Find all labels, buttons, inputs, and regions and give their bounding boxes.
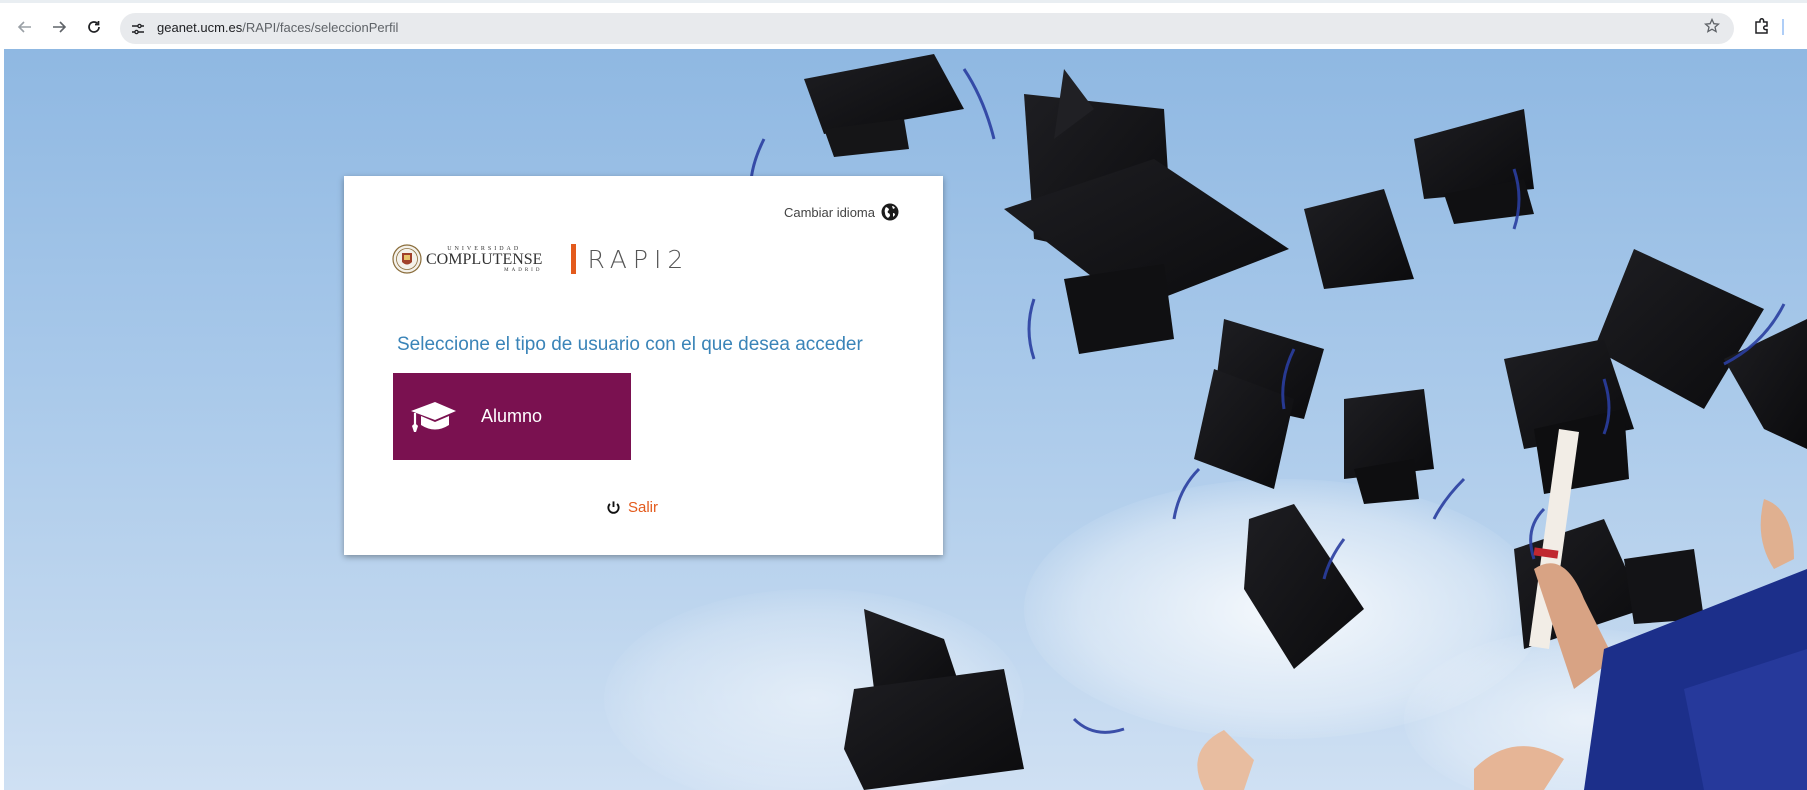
url-text[interactable]: geanet.ucm.es/RAPI/faces/seleccionPerfil [157, 20, 398, 35]
back-button[interactable] [14, 16, 36, 38]
reload-icon [88, 21, 100, 33]
extensions-button[interactable] [1752, 16, 1774, 38]
address-bar[interactable]: geanet.ucm.es/RAPI/faces/seleccionPerfil [120, 13, 1734, 44]
logout-label: Salir [628, 499, 659, 516]
url-host: geanet.ucm.es [157, 20, 243, 35]
university-seal-icon [392, 244, 422, 274]
tune-icon [132, 23, 144, 35]
toolbar-divider [1782, 19, 1784, 35]
profile-prompt: Seleccione el tipo de usuario con el que… [397, 334, 863, 355]
university-wordmark: UNIVERSIDAD COMPLUTENSE MADRID [426, 246, 542, 273]
change-language-link[interactable]: Cambiar idioma [784, 203, 899, 221]
brand-header: UNIVERSIDAD COMPLUTENSE MADRID RAPI2 [392, 242, 689, 276]
site-info-button[interactable] [128, 19, 148, 39]
reload-button[interactable] [83, 16, 105, 38]
profile-selection-card: Cambiar idioma UNIVERSIDAD COMPLUTENSE M… [344, 176, 943, 555]
globe-icon [881, 203, 899, 221]
star-icon [1703, 17, 1721, 33]
browser-toolbar: geanet.ucm.es/RAPI/faces/seleccionPerfil [0, 0, 1807, 48]
arrow-right-icon [53, 21, 67, 33]
forward-button[interactable] [48, 16, 70, 38]
puzzle-icon [1755, 17, 1768, 34]
power-icon [607, 501, 620, 514]
bookmark-button[interactable] [1703, 17, 1721, 39]
app-name: RAPI2 [587, 244, 690, 274]
arrow-left-icon [17, 21, 31, 33]
url-path: /RAPI/faces/seleccionPerfil [242, 20, 399, 35]
university-name: COMPLUTENSE [426, 250, 543, 268]
logout-link[interactable]: Salir [606, 499, 658, 516]
student-profile-label: Alumno [481, 406, 543, 426]
university-city: MADRID [504, 267, 543, 273]
ucm-logo: UNIVERSIDAD COMPLUTENSE MADRID [392, 242, 542, 276]
graduation-cap-icon [411, 401, 456, 432]
brand-divider [571, 244, 577, 274]
change-language-label: Cambiar idioma [783, 204, 875, 220]
student-profile-button[interactable]: Alumno [393, 373, 631, 460]
